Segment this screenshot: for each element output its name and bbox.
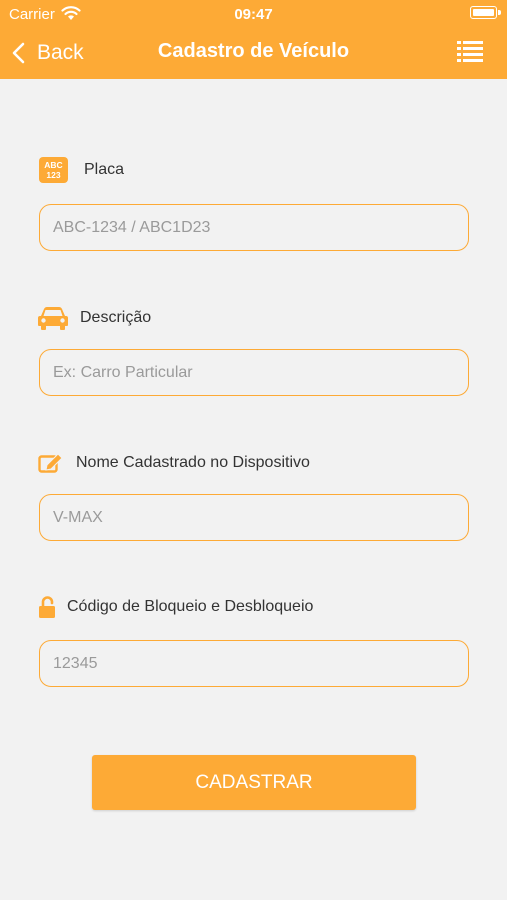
placa-input[interactable] [39, 204, 469, 251]
header-bar: Carrier 09:47 Back Cadastro de Veículo [0, 0, 507, 79]
codigo-label: Código de Bloqueio e Desbloqueio [67, 598, 314, 615]
chevron-left-icon [12, 42, 25, 64]
placa-label-row: ABC 123 Placa [38, 156, 124, 184]
list-icon[interactable] [457, 40, 483, 62]
edit-icon [38, 453, 63, 473]
nome-dispositivo-label-row: Nome Cadastrado no Dispositivo [38, 452, 310, 474]
nome-dispositivo-input[interactable] [39, 494, 469, 541]
back-label: Back [37, 41, 84, 64]
descricao-label: Descrição [80, 309, 152, 326]
codigo-input[interactable] [39, 640, 469, 687]
back-button[interactable]: Back [12, 38, 84, 68]
car-icon [38, 307, 68, 330]
descricao-label-row: Descrição [38, 306, 151, 330]
placa-label: Placa [84, 161, 125, 178]
status-bar: Carrier 09:47 [0, 0, 507, 28]
plate-icon-text-top: ABC [44, 160, 62, 170]
plate-icon-text-bottom: 123 [46, 170, 60, 180]
battery-icon [470, 6, 501, 19]
codigo-label-row: Código de Bloqueio e Desbloqueio [38, 596, 313, 618]
cadastrar-button[interactable]: CADASTRAR [92, 755, 416, 810]
nome-dispositivo-label: Nome Cadastrado no Dispositivo [76, 454, 310, 471]
license-plate-icon: ABC 123 [39, 157, 68, 183]
status-time: 09:47 [234, 6, 273, 23]
descricao-input[interactable] [39, 349, 469, 396]
unlock-icon [39, 596, 55, 618]
